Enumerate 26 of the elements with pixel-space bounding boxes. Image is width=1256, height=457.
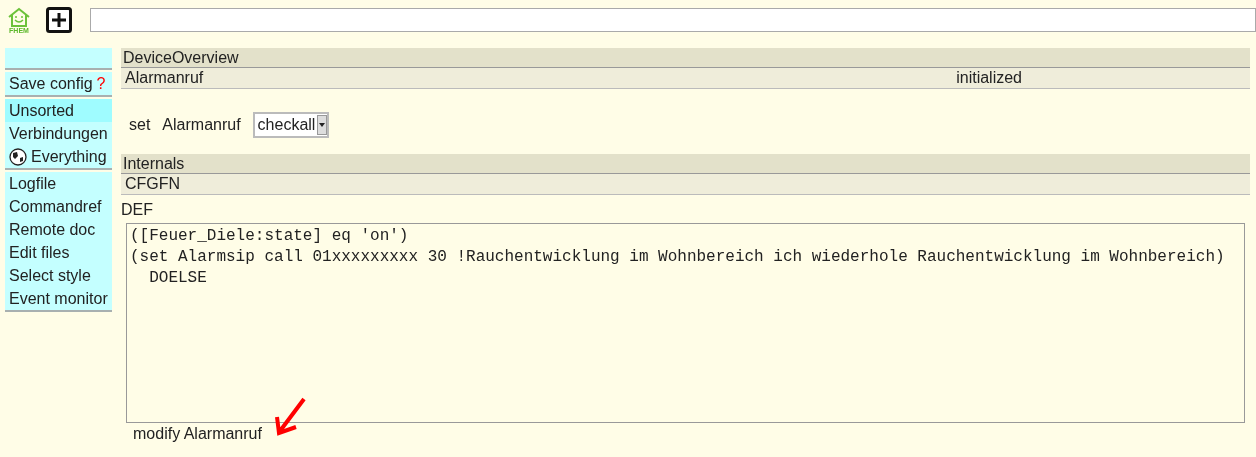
sidebar-item[interactable]: Verbindungen — [5, 122, 112, 145]
add-icon[interactable] — [46, 7, 72, 33]
sidebar-item[interactable]: Everything — [5, 145, 112, 168]
modify-link[interactable]: modify Alarmanruf — [133, 425, 262, 443]
sidebar-item[interactable]: Event monitor — [5, 287, 112, 310]
sidebar-item[interactable]: Remote doc — [5, 218, 112, 241]
sidebar-item[interactable]: Edit files — [5, 241, 112, 264]
sidebar-item[interactable]: Select style — [5, 264, 112, 287]
section-header: Internals — [121, 154, 1250, 174]
state-text: initialized — [956, 69, 1022, 87]
command-field[interactable] — [90, 8, 1256, 32]
globe-icon — [9, 147, 27, 166]
set-button[interactable]: set — [129, 116, 151, 134]
save-config-link[interactable]: Save config ? — [5, 72, 112, 95]
arrow-annotation — [274, 397, 308, 437]
def-label: DEF — [121, 201, 153, 219]
sidebar-item[interactable]: Commandref — [5, 195, 112, 218]
device-link[interactable]: Alarmanruf — [125, 69, 204, 87]
command-select[interactable]: checkall — [252, 112, 330, 138]
definition-editor[interactable]: ([Feuer_Diele:state] eq 'on') (set Alarmsip call 01xxxxxxxxx 30 !Rauchentwicklung im Wohnbereich ich wiederhole Rauchentwicklung im Wohnbereich) DOELSE — [126, 223, 1245, 423]
section-header: DeviceOverview — [121, 48, 1250, 68]
dropdown-caret-icon[interactable] — [317, 115, 328, 135]
internal-name[interactable]: CFGFN — [125, 175, 181, 193]
sidebar-item[interactable]: Unsorted — [5, 99, 112, 122]
sidebar-item[interactable]: Logfile — [5, 172, 112, 195]
device-label: Alarmanruf — [162, 116, 241, 134]
